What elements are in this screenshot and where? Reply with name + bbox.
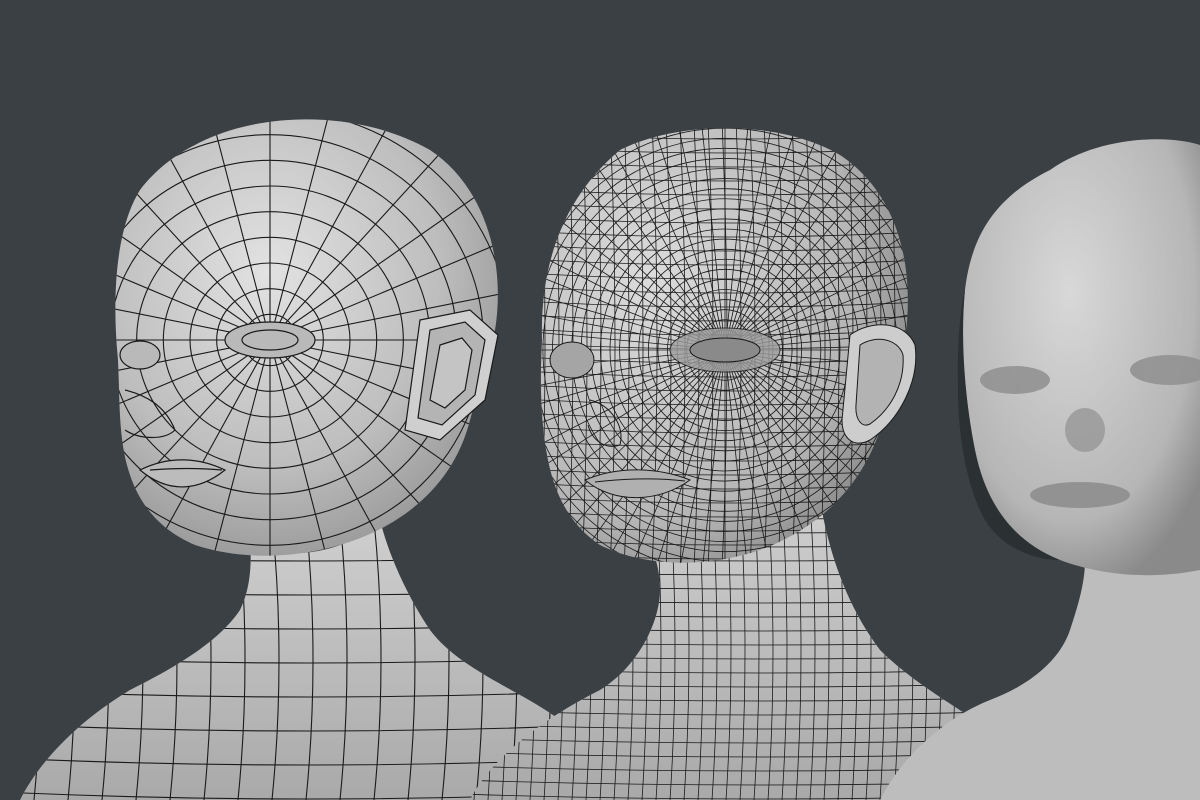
viewport-render xyxy=(20,119,1200,800)
ear-subdivided xyxy=(841,324,917,444)
ear-low-poly xyxy=(404,309,499,441)
mouth xyxy=(1030,482,1130,508)
eye-left xyxy=(980,366,1050,394)
